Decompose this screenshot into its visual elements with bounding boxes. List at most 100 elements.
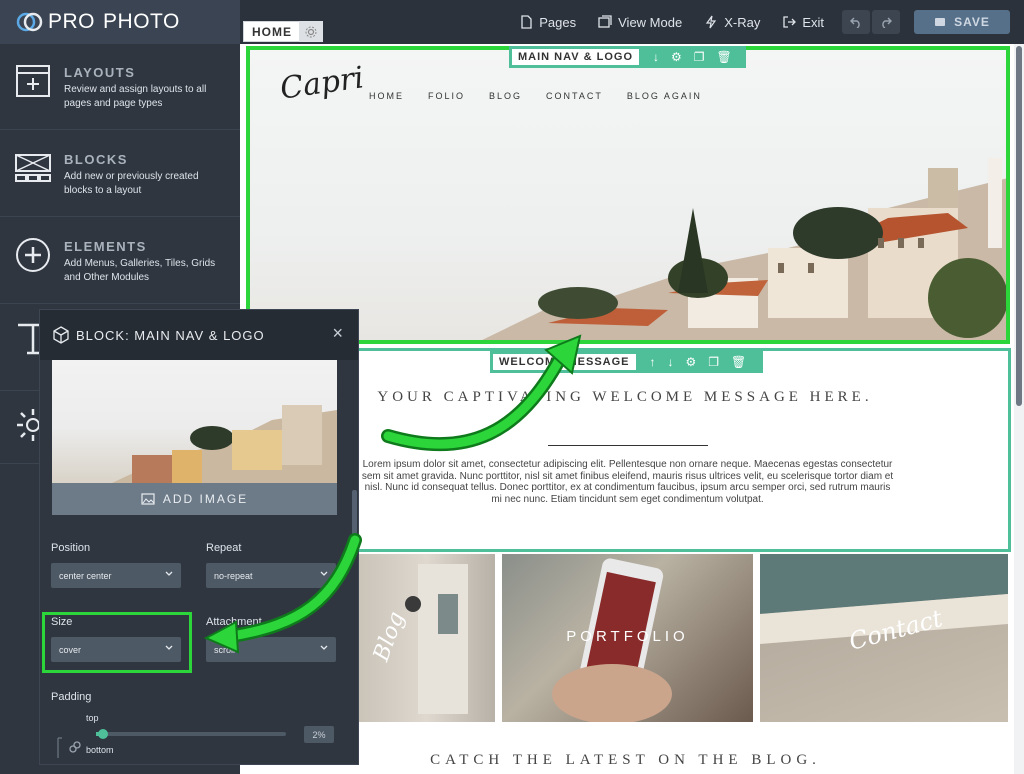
sidebar-item-desc: Add Menus, Galleries, Tiles, Grids and O…: [64, 258, 216, 283]
site-nav-item-blog[interactable]: BLOG: [489, 91, 522, 101]
trash-icon[interactable]: 🗑: [717, 50, 732, 64]
add-image-button[interactable]: ADD IMAGE: [52, 483, 337, 515]
gear-icon[interactable]: ⚙: [686, 355, 697, 369]
gear-icon[interactable]: ⚙: [671, 50, 682, 64]
close-icon[interactable]: ×: [332, 323, 344, 344]
repeat-select[interactable]: no-repeat: [206, 563, 336, 588]
sidebar-item-layouts[interactable]: LAYOUTS Review and assign layouts to all…: [0, 44, 240, 130]
size-highlight-box: [42, 612, 192, 673]
preview-image: [112, 405, 337, 483]
position-label: Position: [51, 542, 91, 554]
view-mode-button[interactable]: View Mode: [598, 15, 682, 30]
tile-label: PORTFOLIO: [566, 628, 689, 645]
home-tab[interactable]: HOME: [243, 21, 301, 42]
block-tag-welcome[interactable]: WELCOME MESSAGE ↑ ↓ ⚙ ❐ 🗑: [490, 351, 763, 373]
gear-icon: [305, 26, 317, 37]
move-down-icon[interactable]: ↓: [668, 355, 674, 369]
top-nav: Pages View Mode X-Ray Exit: [519, 0, 824, 44]
link-padding-icon[interactable]: [56, 734, 82, 760]
exit-icon: [783, 16, 797, 28]
welcome-block[interactable]: [248, 348, 1011, 552]
sidebar-item-elements[interactable]: ELEMENTS Add Menus, Galleries, Tiles, Gr…: [0, 218, 240, 304]
cube-icon: [53, 326, 69, 344]
duplicate-icon[interactable]: ❐: [708, 355, 719, 369]
block-tag-label: MAIN NAV & LOGO: [512, 49, 640, 65]
image-icon: [141, 493, 155, 505]
exit-label: Exit: [802, 14, 824, 30]
move-up-icon[interactable]: ↑: [650, 355, 656, 369]
trash-icon[interactable]: 🗑: [731, 355, 746, 369]
pages-button[interactable]: Pages: [519, 15, 576, 30]
slider-handle[interactable]: [98, 729, 108, 739]
welcome-title: YOUR CAPTIVATING WELCOME MESSAGE HERE.: [377, 389, 873, 405]
top-bar: PRO PHOTO Pages View Mode X-Ray Exit SAV…: [0, 0, 1024, 44]
layout-icon: [16, 65, 50, 97]
background-image-preview: [52, 360, 337, 483]
site-nav-item-folio[interactable]: FOLIO: [428, 91, 465, 101]
pages-icon: [521, 15, 532, 29]
save-icon: [935, 18, 946, 26]
panel-header: BLOCK: MAIN NAV & LOGO ×: [40, 310, 358, 360]
logo-text-pro: PRO: [48, 10, 96, 33]
redo-icon: [882, 17, 892, 28]
position-value: center center: [59, 570, 112, 581]
app-logo: PRO PHOTO: [0, 0, 240, 44]
attachment-select[interactable]: scroll: [206, 637, 336, 662]
duplicate-icon[interactable]: ❐: [694, 50, 705, 64]
padding-top-value[interactable]: 2%: [304, 726, 334, 743]
sidebar-item-desc: Review and assign layouts to all pages a…: [64, 84, 207, 109]
padding-top-slider[interactable]: [96, 729, 286, 739]
save-label: SAVE: [954, 15, 990, 29]
padding-top-label: top: [86, 713, 99, 723]
attachment-label: Attachment: [206, 616, 262, 628]
position-select[interactable]: center center: [51, 563, 181, 588]
exit-button[interactable]: Exit: [782, 15, 824, 30]
sidebar-item-title: LAYOUTS: [64, 65, 136, 80]
panel-scrollbar[interactable]: [352, 490, 357, 550]
plus-circle-icon: [16, 238, 50, 272]
view-mode-icon: [598, 15, 612, 28]
blog-banner: CATCH THE LATEST ON THE BLOG.: [430, 752, 821, 768]
block-tag-main-nav[interactable]: MAIN NAV & LOGO ↓ ⚙ ❐ 🗑: [509, 46, 746, 68]
pages-label: Pages: [539, 14, 577, 30]
block-tag-label: WELCOME MESSAGE: [493, 354, 636, 370]
site-nav-item-contact[interactable]: CONTACT: [546, 91, 603, 101]
chevron-down-icon: [320, 571, 328, 576]
undo-icon: [850, 17, 860, 28]
xray-button[interactable]: X-Ray: [704, 15, 760, 30]
panel-title: BLOCK: MAIN NAV & LOGO: [76, 328, 265, 343]
sidebar-item-title: ELEMENTS: [64, 239, 147, 254]
welcome-body: Lorem ipsum dolor sit amet, consectetur …: [361, 459, 894, 505]
sidebar-item-blocks[interactable]: BLOCKS Add new or previously created blo…: [0, 131, 240, 217]
canvas-scrollbar[interactable]: [1014, 44, 1024, 774]
undo-button[interactable]: [842, 10, 870, 34]
chevron-down-icon: [320, 645, 328, 650]
add-image-label: ADD IMAGE: [162, 492, 249, 506]
home-settings-button[interactable]: [299, 21, 323, 42]
save-button[interactable]: SAVE: [914, 10, 1010, 34]
repeat-label: Repeat: [206, 542, 242, 554]
sidebar-item-title: BLOCKS: [64, 152, 128, 167]
chevron-down-icon: [165, 571, 173, 576]
blocks-icon: [15, 154, 51, 182]
xray-label: X-Ray: [724, 14, 761, 30]
tile-contact[interactable]: Contact: [760, 554, 1008, 722]
tile-portfolio[interactable]: PORTFOLIO: [502, 554, 753, 722]
site-nav-item-blog-again[interactable]: BLOG AGAIN: [627, 91, 702, 101]
redo-button[interactable]: [872, 10, 900, 34]
site-nav: HOME FOLIO BLOG CONTACT BLOG AGAIN: [369, 91, 702, 101]
logo-text-photo: PHOTO: [103, 10, 180, 33]
move-down-icon[interactable]: ↓: [653, 50, 659, 64]
welcome-divider: [548, 445, 708, 446]
site-nav-item-home[interactable]: HOME: [369, 91, 404, 101]
sidebar-item-desc: Add new or previously created blocks to …: [64, 171, 199, 196]
padding-bottom-label: bottom: [86, 745, 114, 755]
view-mode-label: View Mode: [618, 14, 683, 30]
tile-blog[interactable]: Blog: [358, 554, 495, 722]
scrollbar-thumb[interactable]: [1016, 46, 1022, 406]
attachment-value: scroll: [214, 644, 236, 655]
logo-icon: [16, 12, 43, 32]
app-root: PRO PHOTO Pages View Mode X-Ray Exit SAV…: [0, 0, 1024, 774]
repeat-value: no-repeat: [214, 570, 253, 581]
lightning-icon: [706, 15, 717, 29]
